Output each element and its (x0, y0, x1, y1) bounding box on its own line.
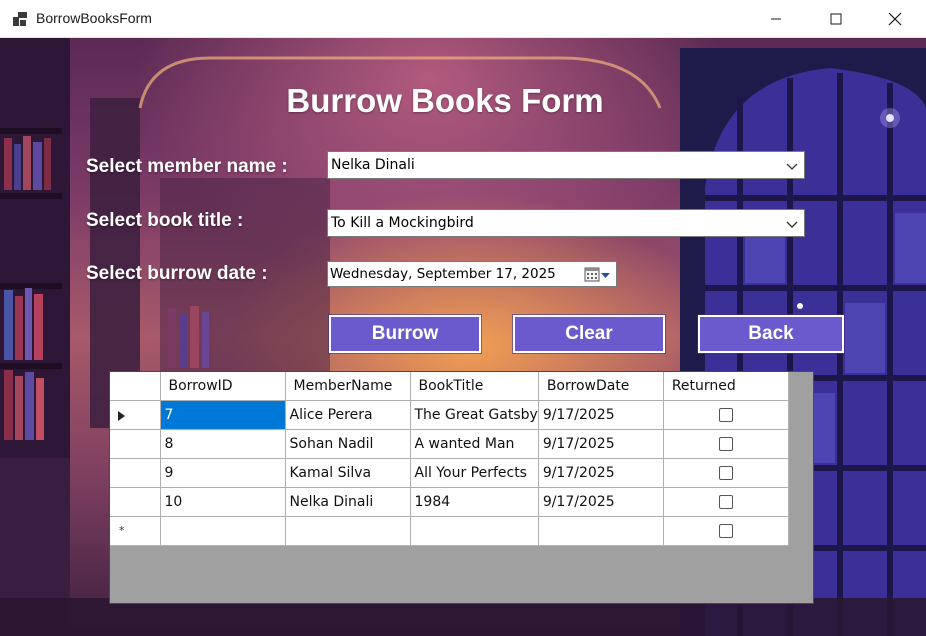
cell-borrowdate[interactable]: 9/17/2025 (538, 429, 664, 459)
cell-membername[interactable] (285, 516, 411, 546)
minimize-button[interactable] (753, 0, 799, 38)
cell-membername[interactable]: Alice Perera (285, 400, 411, 430)
table-row[interactable]: 7 Alice Perera The Great Gatsby 9/17/202… (110, 400, 789, 430)
minimize-icon (771, 18, 781, 20)
maximize-button[interactable] (813, 0, 859, 38)
table-row[interactable]: 8 Sohan Nadil A wanted Man 9/17/2025 (110, 429, 789, 459)
book-title-combobox[interactable]: To Kill a Mockingbird (327, 209, 805, 237)
burrow-date-label: Select burrow date : (86, 263, 268, 284)
cell-returned (663, 429, 789, 459)
borrow-records-grid[interactable]: BorrowID MemberName BookTitle BorrowDate… (109, 371, 814, 604)
cell-returned (663, 458, 789, 488)
row-header-corner[interactable] (110, 372, 161, 401)
chevron-down-icon (786, 221, 798, 228)
new-row[interactable]: * (110, 516, 789, 546)
returned-checkbox[interactable] (718, 465, 733, 480)
row-header[interactable] (110, 458, 161, 488)
cell-booktitle[interactable]: A wanted Man (410, 429, 539, 459)
cell-borrowdate[interactable]: 9/17/2025 (538, 487, 664, 517)
maximize-icon (830, 13, 842, 25)
book-title-value: To Kill a Mockingbird (331, 215, 474, 231)
returned-checkbox[interactable] (718, 407, 733, 422)
member-name-label: Select member name : (86, 156, 288, 177)
cell-membername[interactable]: Kamal Silva (285, 458, 411, 488)
cell-returned (663, 400, 789, 430)
column-header-booktitle[interactable]: BookTitle (410, 372, 539, 401)
cell-borrowdate[interactable] (538, 516, 664, 546)
close-button[interactable] (872, 0, 918, 38)
chevron-down-icon (786, 163, 798, 170)
table-row[interactable]: 9 Kamal Silva All Your Perfects 9/17/202… (110, 458, 789, 488)
cell-booktitle[interactable] (410, 516, 539, 546)
cell-borrowdate[interactable]: 9/17/2025 (538, 400, 664, 430)
current-row-arrow-icon (118, 410, 125, 421)
cell-booktitle[interactable]: The Great Gatsby (410, 400, 539, 430)
burrow-button[interactable]: Burrow (329, 315, 481, 353)
form-heading: Burrow Books Form (286, 82, 604, 119)
column-header-membername[interactable]: MemberName (285, 372, 411, 401)
row-header[interactable]: * (110, 516, 161, 546)
borrow-records-table: BorrowID MemberName BookTitle BorrowDate… (110, 372, 789, 546)
column-header-borrowdate[interactable]: BorrowDate (538, 372, 664, 401)
book-title-label: Select book title : (86, 210, 244, 231)
returned-checkbox[interactable] (718, 523, 733, 538)
row-header[interactable] (110, 429, 161, 459)
cell-borrowdate[interactable]: 9/17/2025 (538, 458, 664, 488)
table-row[interactable]: 10 Nelka Dinali 1984 9/17/2025 (110, 487, 789, 517)
grid-header-row: BorrowID MemberName BookTitle BorrowDate… (110, 372, 789, 401)
title-bar: BorrowBooksForm (0, 0, 926, 38)
close-icon (888, 12, 902, 26)
member-name-combobox[interactable]: Nelka Dinali (327, 151, 805, 179)
returned-checkbox[interactable] (718, 494, 733, 509)
window-title: BorrowBooksForm (36, 10, 152, 26)
calendar-dropdown-icon[interactable] (584, 267, 612, 283)
back-button[interactable]: Back (698, 315, 844, 353)
clear-button[interactable]: Clear (513, 315, 665, 353)
cell-borrowid[interactable] (160, 516, 286, 546)
cell-booktitle[interactable]: 1984 (410, 487, 539, 517)
member-name-value: Nelka Dinali (331, 157, 415, 173)
returned-checkbox[interactable] (718, 436, 733, 451)
burrow-date-value: Wednesday, September 17, 2025 (330, 266, 556, 282)
row-header[interactable] (110, 400, 161, 430)
new-row-marker: * (119, 523, 125, 537)
cell-borrowid[interactable]: 8 (160, 429, 286, 459)
app-icon (13, 12, 27, 26)
row-header[interactable] (110, 487, 161, 517)
cell-borrowid[interactable]: 9 (160, 458, 286, 488)
column-header-borrowid[interactable]: BorrowID (160, 372, 286, 401)
cell-returned (663, 487, 789, 517)
burrow-date-picker[interactable]: Wednesday, September 17, 2025 (327, 261, 617, 287)
cell-booktitle[interactable]: All Your Perfects (410, 458, 539, 488)
column-header-returned[interactable]: Returned (663, 372, 789, 401)
cell-borrowid[interactable]: 10 (160, 487, 286, 517)
cell-returned (663, 516, 789, 546)
cell-membername[interactable]: Nelka Dinali (285, 487, 411, 517)
form-client-area: Burrow Books Form Select member name : N… (0, 38, 926, 636)
cell-borrowid[interactable]: 7 (160, 400, 286, 430)
cell-membername[interactable]: Sohan Nadil (285, 429, 411, 459)
